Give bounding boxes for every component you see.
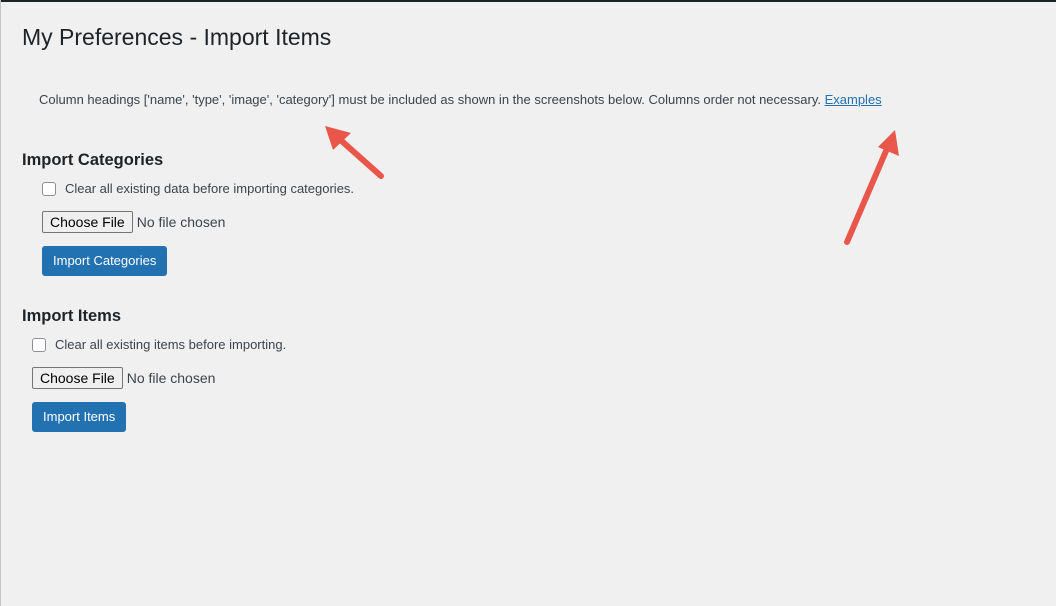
annotation-arrow	[844, 130, 899, 245]
column-headings-notice: Column headings ['name', 'type', 'image'…	[39, 91, 882, 109]
clear-categories-label: Clear all existing data before importing…	[65, 181, 355, 196]
annotation-arrow	[325, 126, 384, 179]
clear-items-checkbox[interactable]	[32, 337, 46, 352]
top-border	[0, 0, 1056, 2]
clear-categories-checkbox[interactable]	[42, 181, 56, 196]
clear-items-option[interactable]: Clear all existing items before importin…	[32, 337, 286, 352]
page-title: My Preferences - Import Items	[22, 24, 332, 50]
items-choose-file-button[interactable]: Choose File	[32, 367, 123, 389]
examples-link[interactable]: Examples	[825, 92, 882, 107]
import-categories-button[interactable]: Import Categories	[42, 246, 168, 276]
clear-categories-option[interactable]: Clear all existing data before importing…	[42, 181, 354, 196]
import-items-button[interactable]: Import Items	[32, 402, 127, 432]
notice-text: Column headings ['name', 'type', 'image'…	[39, 92, 821, 107]
import-categories-heading: Import Categories	[22, 151, 164, 169]
categories-choose-file-button[interactable]: Choose File	[42, 211, 133, 233]
categories-file-input[interactable]: Choose File No file chosen	[42, 211, 225, 233]
left-border	[0, 0, 1, 606]
items-file-input[interactable]: Choose File No file chosen	[32, 367, 215, 389]
categories-file-status: No file chosen	[136, 214, 226, 230]
items-file-status: No file chosen	[126, 370, 216, 386]
import-items-heading: Import Items	[22, 307, 122, 325]
clear-items-label: Clear all existing items before importin…	[55, 337, 287, 352]
